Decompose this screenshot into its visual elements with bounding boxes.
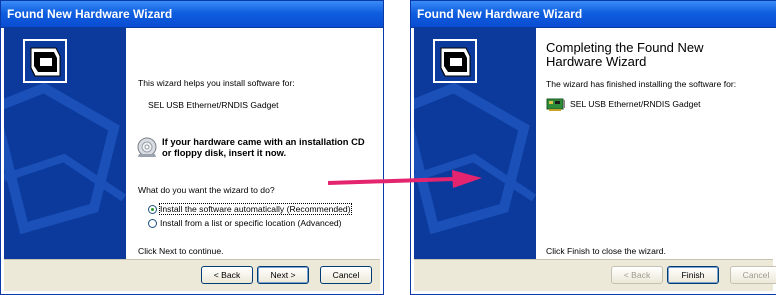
side-panel-graphic — [414, 39, 536, 235]
continue-hint: Click Next to continue. — [138, 246, 224, 256]
device-name: SEL USB Ethernet/RNDIS Gadget — [570, 99, 701, 109]
cd-prompt-line1: If your hardware came with an installati… — [162, 136, 365, 147]
close-hint: Click Finish to close the wizard. — [546, 246, 666, 256]
completion-heading-line1: Completing the Found New — [546, 40, 704, 55]
wizard-window-complete: Found New Hardware Wizard Completing the… — [410, 0, 776, 295]
window-title-bar[interactable]: Found New Hardware Wizard — [1, 1, 383, 28]
wizard-side-panel — [414, 28, 536, 260]
wizard-content: Completing the Found New Hardware Wizard… — [536, 28, 773, 260]
next-button[interactable]: Next > — [257, 266, 309, 284]
window-title: Found New Hardware Wizard — [417, 7, 583, 21]
finish-button[interactable]: Finish — [667, 266, 719, 284]
wizard-question: What do you want the wizard to do? — [138, 185, 275, 195]
device-name: SEL USB Ethernet/RNDIS Gadget — [148, 100, 279, 110]
hardware-icon — [30, 47, 61, 77]
wizard-footer: < Back Finish Cancel — [414, 259, 776, 291]
radio-install-automatically[interactable] — [148, 205, 157, 214]
back-button[interactable]: < Back — [201, 266, 253, 284]
transition-arrow-icon — [327, 170, 482, 188]
option-manual-label[interactable]: Install from a list or specific location… — [160, 218, 342, 228]
wizard-side-panel — [4, 28, 126, 260]
window-title: Found New Hardware Wizard — [7, 7, 173, 21]
wizard-footer: < Back Next > Cancel — [4, 259, 380, 291]
cancel-button[interactable]: Cancel — [320, 266, 372, 284]
side-panel-graphic — [4, 39, 126, 235]
hardware-icon — [440, 47, 471, 77]
cd-icon — [137, 137, 157, 157]
intro-text: This wizard helps you install software f… — [138, 78, 295, 88]
finished-text: The wizard has finished installing the s… — [546, 79, 737, 89]
network-card-icon — [546, 98, 565, 111]
option-auto-label[interactable]: Install the software automatically (Reco… — [159, 203, 352, 215]
back-button[interactable]: < Back — [611, 266, 663, 284]
completion-heading-line2: Hardware Wizard — [546, 54, 647, 69]
wizard-window-start: Found New Hardware Wizard This wizard he… — [0, 0, 384, 295]
wizard-content: This wizard helps you install software f… — [126, 28, 380, 260]
window-title-bar[interactable]: Found New Hardware Wizard — [411, 1, 776, 28]
radio-install-from-list[interactable] — [148, 219, 157, 228]
cd-prompt-line2: or floppy disk, insert it now. — [162, 147, 287, 158]
cancel-button[interactable]: Cancel — [730, 266, 776, 284]
